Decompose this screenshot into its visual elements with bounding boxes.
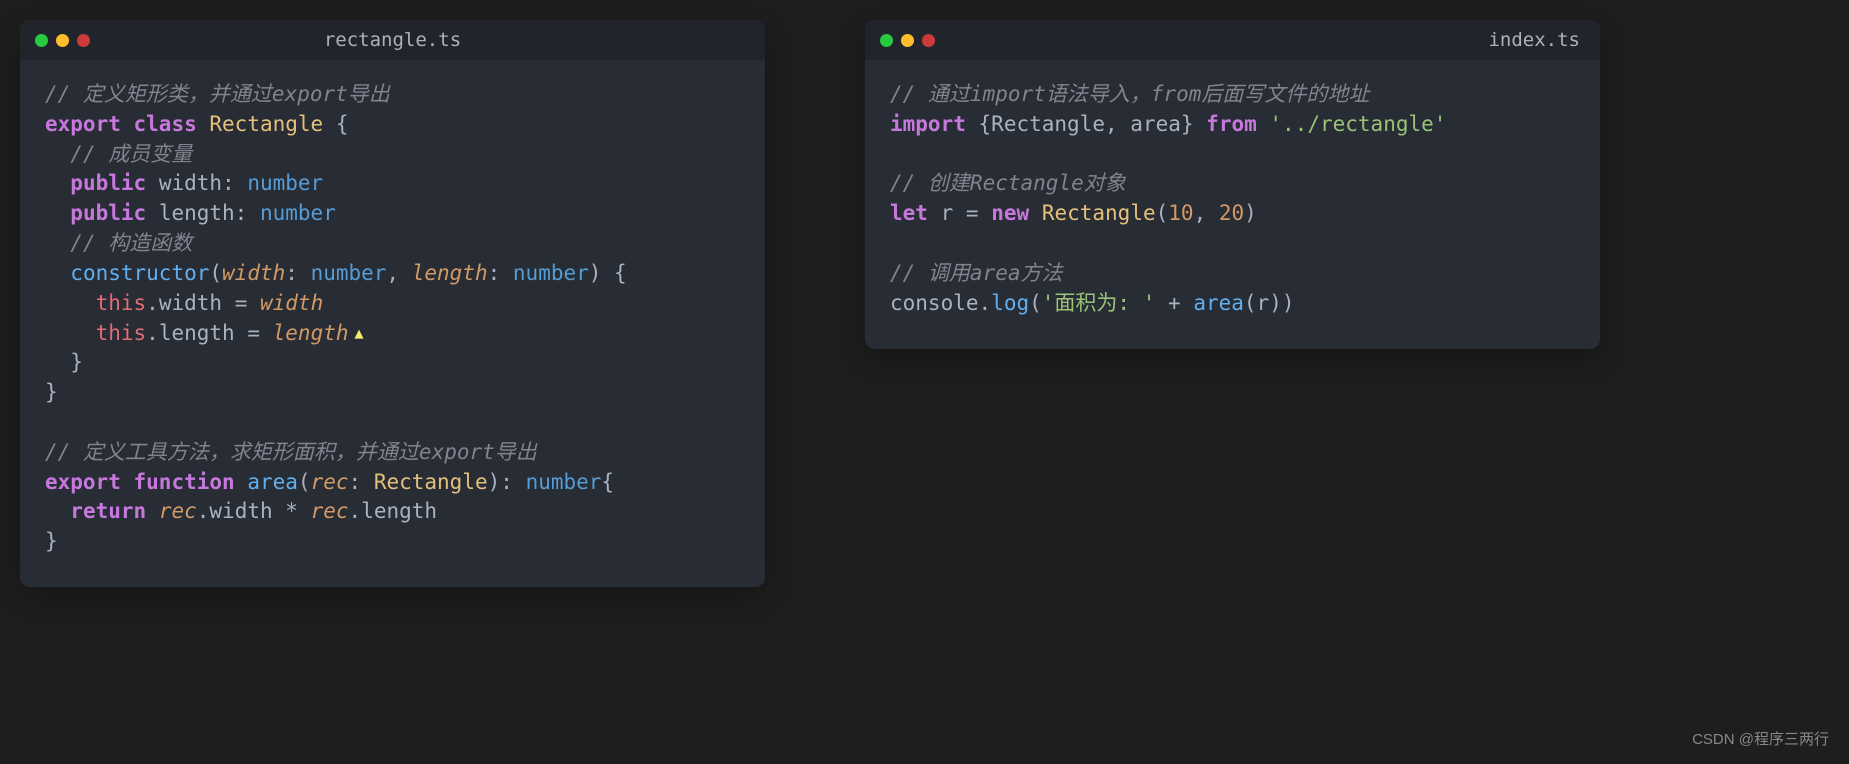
- identifier: width: [260, 291, 323, 315]
- editor-window-rectangle: rectangle.ts // 定义矩形类，并通过export导出 export…: [20, 20, 765, 587]
- import-name: Rectangle: [991, 112, 1105, 136]
- console-object: console: [890, 291, 979, 315]
- keyword-export: export: [45, 112, 121, 136]
- comment-line: // 定义矩形类，并通过export导出: [45, 82, 390, 106]
- type: Rectangle: [374, 470, 488, 494]
- keyword-new: new: [991, 201, 1029, 225]
- traffic-light-yellow-icon[interactable]: [901, 34, 914, 47]
- class-name: Rectangle: [209, 112, 323, 136]
- comment-line: // 通过import语法导入，from后面写文件的地址: [890, 82, 1369, 106]
- import-name: area: [1130, 112, 1181, 136]
- keyword-return: return: [70, 499, 146, 523]
- type: number: [513, 261, 589, 285]
- traffic-light-red-icon[interactable]: [922, 34, 935, 47]
- watermark-text: CSDN @程序三两行: [1692, 728, 1829, 749]
- window-title-right: index.ts: [1488, 29, 1580, 51]
- traffic-light-red-icon[interactable]: [77, 34, 90, 47]
- this-keyword: this: [96, 321, 147, 345]
- variable: r: [941, 201, 954, 225]
- property: width: [209, 499, 272, 523]
- function-call: area: [1193, 291, 1244, 315]
- method-name: log: [991, 291, 1029, 315]
- keyword-public: public: [70, 201, 146, 225]
- property: length: [361, 499, 437, 523]
- type: number: [311, 261, 387, 285]
- number-literal: 20: [1219, 201, 1244, 225]
- param: length: [412, 261, 488, 285]
- function-name: area: [247, 470, 298, 494]
- variable: r: [1257, 291, 1270, 315]
- comment-line: // 定义工具方法，求矩形面积，并通过export导出: [45, 440, 537, 464]
- cursor-icon: ▲: [355, 323, 364, 344]
- identifier: rec: [311, 499, 349, 523]
- param: width: [222, 261, 285, 285]
- property-name: width: [159, 171, 222, 195]
- traffic-lights: [35, 34, 90, 47]
- type: number: [247, 171, 323, 195]
- keyword-import: import: [890, 112, 966, 136]
- property: length: [159, 321, 235, 345]
- keyword-let: let: [890, 201, 928, 225]
- titlebar-right: index.ts: [865, 20, 1600, 60]
- titlebar-left: rectangle.ts: [20, 20, 765, 60]
- keyword-function: function: [134, 470, 235, 494]
- code-block-rectangle: // 定义矩形类，并通过export导出 export class Rectan…: [45, 80, 740, 557]
- constructor-keyword: constructor: [70, 261, 209, 285]
- class-name: Rectangle: [1042, 201, 1156, 225]
- comment-line: // 调用area方法: [890, 261, 1063, 285]
- type: number: [260, 201, 336, 225]
- editor-window-index: index.ts // 通过import语法导入，from后面写文件的地址 im…: [865, 20, 1600, 349]
- traffic-lights: [880, 34, 935, 47]
- this-keyword: this: [96, 291, 147, 315]
- keyword-export: export: [45, 470, 121, 494]
- code-editor-right[interactable]: // 通过import语法导入，from后面写文件的地址 import {Rec…: [865, 60, 1600, 349]
- comment-line: // 成员变量: [70, 142, 192, 166]
- traffic-light-green-icon[interactable]: [880, 34, 893, 47]
- keyword-from: from: [1206, 112, 1257, 136]
- keyword-public: public: [70, 171, 146, 195]
- code-block-index: // 通过import语法导入，from后面写文件的地址 import {Rec…: [890, 80, 1575, 319]
- return-type: number: [526, 470, 602, 494]
- string-literal: '面积为: ': [1042, 291, 1156, 315]
- property: width: [159, 291, 222, 315]
- traffic-light-yellow-icon[interactable]: [56, 34, 69, 47]
- window-title-left: rectangle.ts: [324, 29, 461, 51]
- keyword-class: class: [134, 112, 197, 136]
- number-literal: 10: [1168, 201, 1193, 225]
- comment-line: // 创建Rectangle对象: [890, 171, 1126, 195]
- identifier: rec: [159, 499, 197, 523]
- comment-line: // 构造函数: [70, 231, 192, 255]
- string-literal: '../rectangle': [1269, 112, 1446, 136]
- code-editor-left[interactable]: // 定义矩形类，并通过export导出 export class Rectan…: [20, 60, 765, 587]
- property-name: length: [159, 201, 235, 225]
- identifier: length: [273, 321, 349, 345]
- traffic-light-green-icon[interactable]: [35, 34, 48, 47]
- param: rec: [311, 470, 349, 494]
- editor-windows-container: rectangle.ts // 定义矩形类，并通过export导出 export…: [20, 20, 1829, 587]
